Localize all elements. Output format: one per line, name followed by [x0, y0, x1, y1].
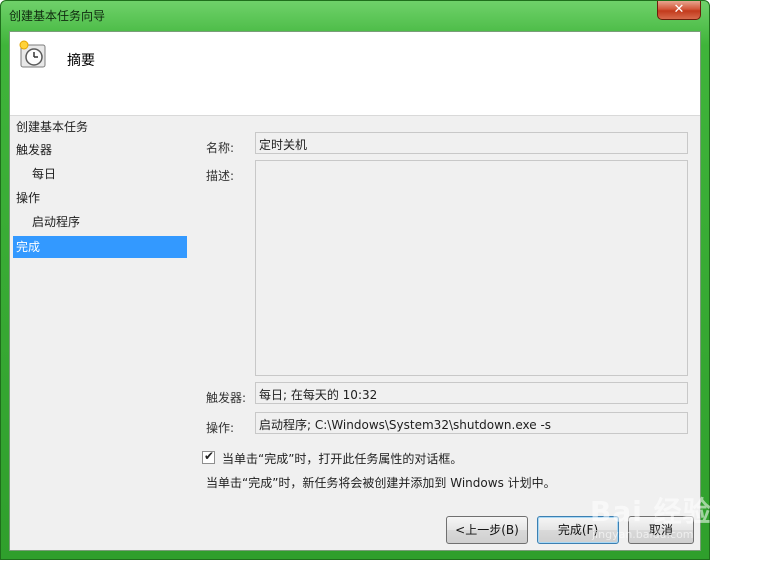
step-create-basic-task[interactable]: 创建基本任务	[13, 116, 187, 138]
open-properties-checkbox[interactable]: ✔	[202, 449, 215, 464]
title-bar[interactable]: 创建基本任务向导 ✕	[1, 1, 711, 29]
wizard-client-area: 摘要 创建基本任务 触发器 每日 操作 启动程序 完成 名称: 定时关机 描述:…	[9, 31, 701, 551]
name-field[interactable]: 定时关机	[255, 132, 688, 154]
action-label: 操作:	[206, 421, 235, 435]
step-action[interactable]: 操作	[13, 187, 187, 209]
step-daily[interactable]: 每日	[13, 163, 187, 185]
trigger-label: 触发器:	[206, 391, 247, 405]
checkmark-icon: ✔	[204, 449, 215, 463]
action-field[interactable]: 启动程序; C:\Windows\System32\shutdown.exe -…	[255, 412, 688, 434]
window-title: 创建基本任务向导	[9, 9, 106, 23]
info-text: 当单击“完成”时，新任务将会被创建并添加到 Windows 计划中。	[206, 476, 556, 490]
watermark-logo: Bai 经验	[590, 495, 712, 528]
step-start-program[interactable]: 启动程序	[13, 211, 187, 233]
trigger-field[interactable]: 每日; 在每天的 10:32	[255, 382, 688, 404]
wizard-header: 摘要	[10, 32, 700, 116]
wizard-steps: 创建基本任务 触发器 每日 操作 启动程序 完成	[10, 116, 188, 550]
watermark: Bai 经验 jingyan.baidu.com	[590, 490, 730, 550]
step-finish[interactable]: 完成	[13, 236, 187, 258]
description-field[interactable]	[255, 160, 688, 376]
close-button[interactable]: ✕	[657, 1, 701, 20]
back-button[interactable]: <上一步(B)	[446, 516, 528, 544]
page-title: 摘要	[67, 53, 95, 69]
close-icon: ✕	[673, 2, 685, 17]
name-label: 名称:	[206, 141, 235, 155]
task-clock-icon	[19, 40, 46, 68]
watermark-url: jingyan.baidu.com	[592, 528, 694, 541]
description-label: 描述:	[206, 169, 235, 183]
open-properties-label[interactable]: 当单击“完成”时，打开此任务属性的对话框。	[222, 450, 462, 467]
window-frame: 创建基本任务向导 ✕ 摘要 创建基本任务 触发器 每日 操作 启动程序 完成 名…	[0, 0, 710, 560]
step-trigger[interactable]: 触发器	[13, 139, 187, 161]
